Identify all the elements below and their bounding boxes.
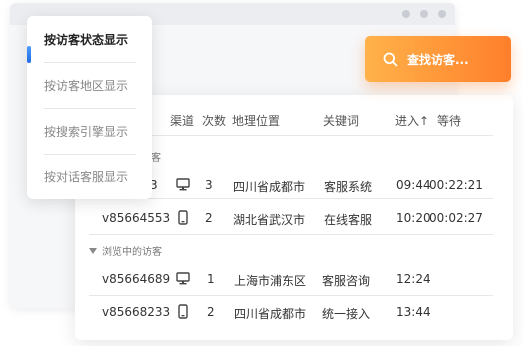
row-divider bbox=[89, 198, 493, 199]
menu-item-by-search-engine[interactable]: 按搜索引擎显示 bbox=[44, 110, 144, 154]
enter-time: 13:44 bbox=[396, 305, 431, 319]
visitor-id[interactable]: v85664689 bbox=[102, 272, 170, 286]
visitor-id[interactable]: v85668233 bbox=[102, 305, 170, 319]
location: 湖北省武汉市 bbox=[233, 213, 306, 227]
wait-time: 00:22:21 bbox=[429, 178, 483, 192]
header-enter-sort[interactable]: 进入↑ bbox=[395, 112, 429, 129]
mobile-icon bbox=[178, 210, 188, 225]
header-keyword[interactable]: 关键词 bbox=[323, 112, 359, 129]
active-indicator bbox=[27, 46, 31, 63]
row-divider bbox=[89, 295, 493, 296]
visitor-id[interactable]: v85664553 bbox=[102, 211, 170, 225]
location: 四川省成都市 bbox=[233, 180, 306, 194]
search-label: 查找访客... bbox=[407, 53, 469, 67]
enter-time: 09:44 bbox=[396, 178, 431, 192]
menu-item-by-status[interactable]: 按访客状态显示 bbox=[44, 18, 144, 62]
row-divider bbox=[89, 234, 493, 235]
enter-time: 12:24 bbox=[396, 272, 431, 286]
group-title: 客 bbox=[151, 153, 161, 164]
wait-time: 00:02:27 bbox=[429, 211, 483, 225]
visit-count: 3 bbox=[205, 178, 213, 192]
keyword: 客服系统 bbox=[324, 180, 373, 194]
enter-time: 10:20 bbox=[396, 211, 431, 225]
window-dot-icon[interactable] bbox=[402, 10, 410, 18]
find-visitor-button[interactable]: 查找访客... bbox=[365, 36, 511, 82]
visit-count: 2 bbox=[205, 211, 213, 225]
desktop-icon bbox=[176, 178, 190, 191]
window-dot-icon[interactable] bbox=[420, 10, 428, 18]
location: 上海市浦东区 bbox=[234, 274, 307, 288]
window-dot-icon[interactable] bbox=[438, 10, 446, 18]
menu-divider bbox=[44, 62, 136, 63]
menu-item-by-region[interactable]: 按访客地区显示 bbox=[44, 64, 144, 108]
collapse-triangle-icon[interactable] bbox=[89, 248, 97, 254]
group-title-browsing[interactable]: 浏览中的访客 bbox=[89, 243, 162, 258]
menu-divider bbox=[44, 108, 136, 109]
visit-count: 1 bbox=[207, 272, 215, 286]
menu-item-by-agent[interactable]: 按对话客服显示 bbox=[44, 155, 144, 199]
keyword: 客服咨询 bbox=[322, 274, 371, 288]
desktop-icon bbox=[176, 272, 190, 285]
location: 四川省成都市 bbox=[234, 307, 307, 321]
header-channel[interactable]: 渠道 bbox=[170, 112, 194, 129]
search-icon bbox=[383, 52, 398, 67]
keyword: 统一接入 bbox=[322, 307, 371, 321]
view-mode-menu: 按访客状态显示 按访客地区显示 按搜索引擎显示 按对话客服显示 bbox=[27, 16, 152, 199]
header-wait[interactable]: 等待 bbox=[437, 112, 461, 129]
visit-count: 2 bbox=[207, 305, 215, 319]
header-location[interactable]: 地理位置 bbox=[232, 112, 280, 129]
mobile-icon bbox=[178, 304, 188, 319]
header-count[interactable]: 次数 bbox=[202, 112, 226, 129]
keyword: 在线客服 bbox=[324, 213, 373, 227]
